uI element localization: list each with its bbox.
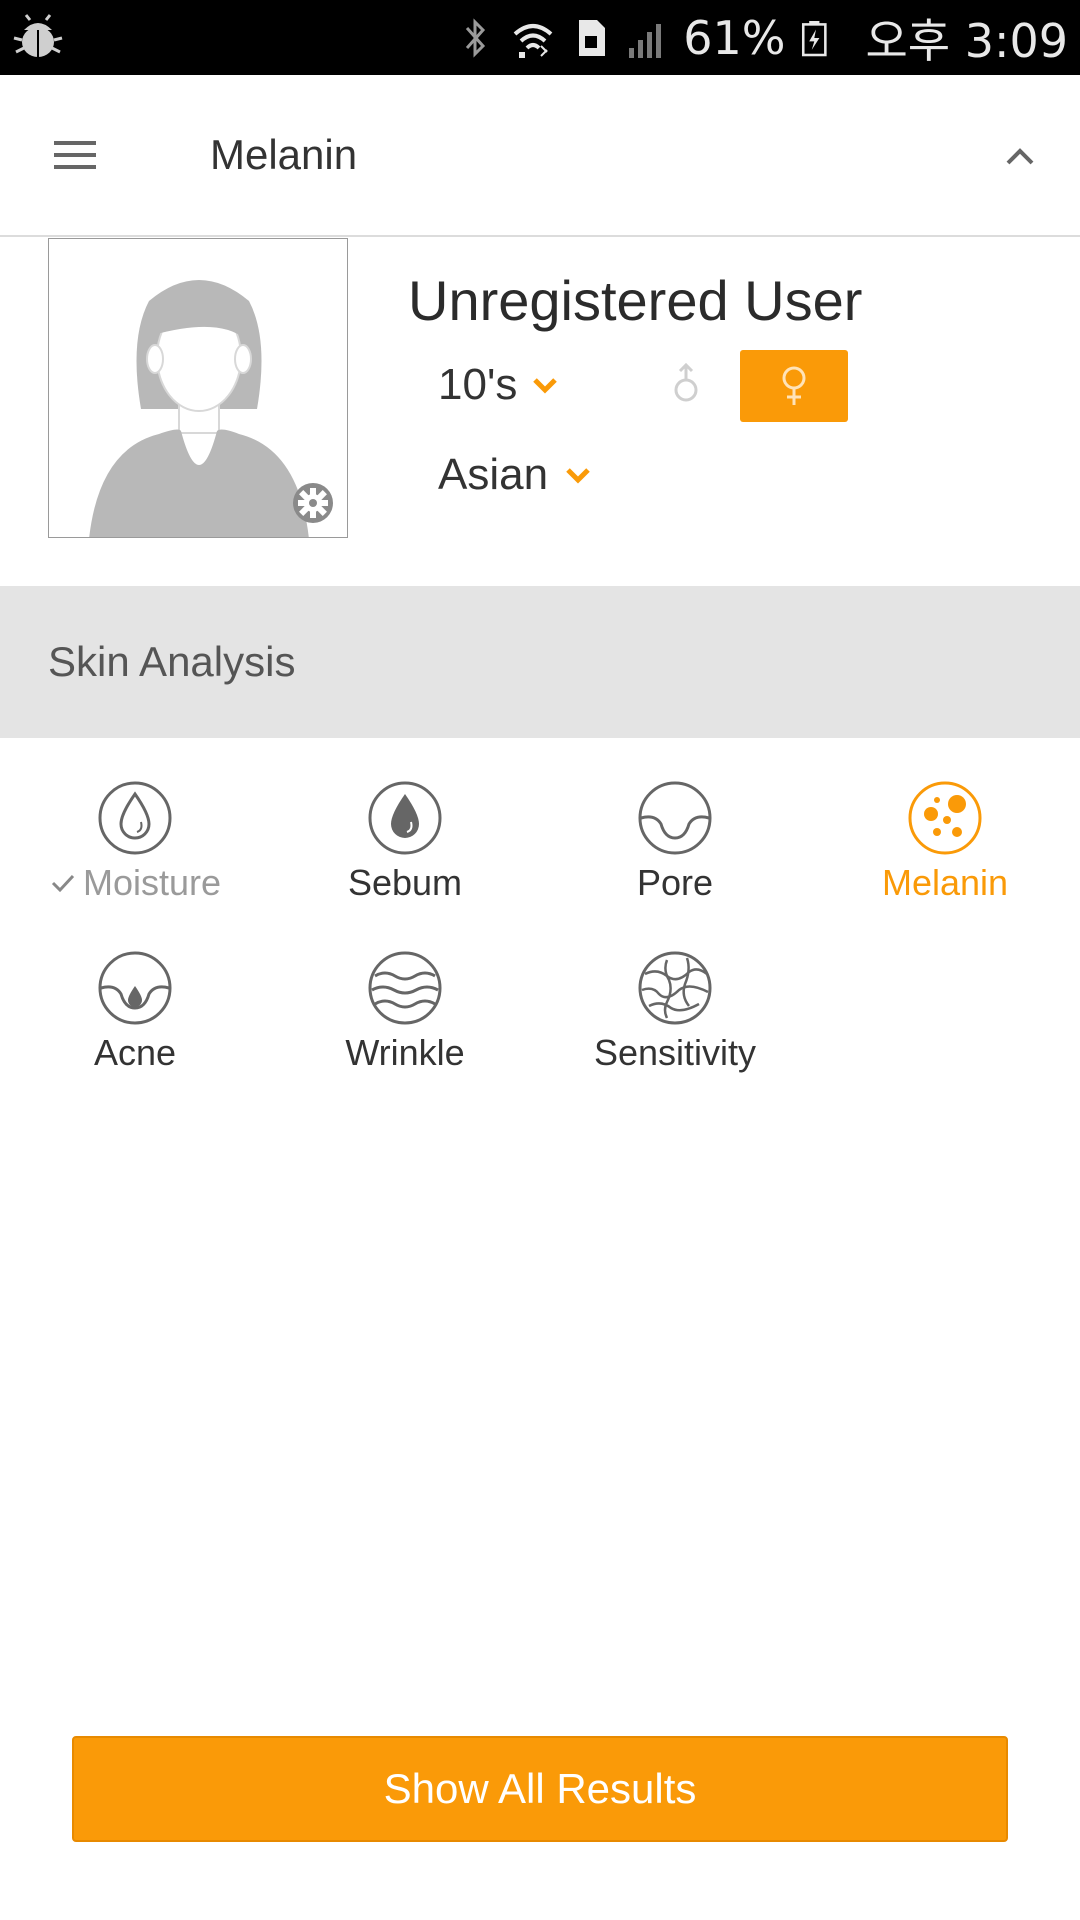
show-all-results-button[interactable]: Show All Results bbox=[72, 1736, 1008, 1842]
age-value: 10's bbox=[438, 360, 518, 409]
check-icon bbox=[51, 874, 75, 893]
chevron-down-icon bbox=[566, 468, 590, 484]
analysis-item-acne[interactable]: Acne bbox=[0, 950, 270, 1110]
skin-analysis-header: Skin Analysis bbox=[0, 586, 1080, 738]
oil-drop-icon bbox=[368, 781, 442, 855]
settings-gear-icon[interactable] bbox=[291, 481, 335, 525]
melanin-dots-icon bbox=[908, 781, 982, 855]
male-symbol-icon bbox=[674, 362, 698, 402]
analysis-item-wrinkle[interactable]: Wrinkle bbox=[270, 950, 540, 1110]
analysis-item-label: Moisture bbox=[82, 862, 222, 903]
acne-icon bbox=[98, 951, 172, 1025]
analysis-item-label: Sebum bbox=[347, 862, 463, 903]
female-symbol-icon bbox=[782, 366, 806, 405]
analysis-item-sensitivity[interactable]: Sensitivity bbox=[540, 950, 810, 1110]
sim-card-icon bbox=[579, 19, 606, 56]
male-gender-button[interactable] bbox=[660, 350, 712, 418]
show-all-results-label: Show All Results bbox=[383, 1765, 697, 1812]
analysis-item-moisture[interactable]: Moisture bbox=[0, 780, 270, 940]
analysis-item-label: Acne bbox=[93, 1032, 177, 1073]
analysis-item-pore[interactable]: Pore bbox=[540, 780, 810, 940]
chevron-down-icon bbox=[533, 378, 558, 394]
analysis-item-label: Melanin bbox=[881, 862, 1009, 903]
status-bar: 61% 오후 3:09 bbox=[0, 0, 1080, 75]
clock-time: 오후 3:09 bbox=[865, 13, 1068, 68]
analysis-item-label: Wrinkle bbox=[345, 1032, 465, 1073]
battery-percent: 61% bbox=[683, 10, 786, 65]
ethnicity-dropdown[interactable]: Asian bbox=[438, 450, 592, 500]
debug-bug-icon bbox=[13, 14, 63, 57]
page-title: Melanin bbox=[210, 131, 358, 178]
pore-icon bbox=[638, 781, 712, 855]
wifi-icon bbox=[513, 23, 553, 58]
analysis-item-label: Pore bbox=[636, 862, 714, 903]
battery-charging-icon bbox=[802, 20, 828, 56]
user-name: Unregistered User bbox=[408, 269, 863, 332]
analysis-item-sebum[interactable]: Sebum bbox=[270, 780, 540, 940]
ethnicity-value: Asian bbox=[438, 450, 549, 499]
signal-icon bbox=[629, 23, 662, 58]
profile-card: Unregistered User 10's Asian bbox=[0, 238, 1080, 586]
hamburger-menu-icon[interactable] bbox=[46, 135, 104, 179]
female-gender-button[interactable] bbox=[740, 350, 848, 422]
avatar[interactable] bbox=[48, 238, 348, 538]
chevron-up-icon[interactable] bbox=[994, 131, 1046, 183]
analysis-item-melanin[interactable]: Melanin bbox=[810, 780, 1080, 940]
bluetooth-icon bbox=[466, 17, 486, 58]
analysis-item-label: Sensitivity bbox=[593, 1032, 757, 1073]
water-drop-outline-icon bbox=[98, 781, 172, 855]
app-bar: Melanin bbox=[0, 75, 1080, 237]
wrinkle-waves-icon bbox=[368, 951, 442, 1025]
age-dropdown[interactable]: 10's bbox=[438, 360, 559, 410]
section-title: Skin Analysis bbox=[48, 638, 296, 685]
sensitivity-cracks-icon bbox=[638, 951, 712, 1025]
